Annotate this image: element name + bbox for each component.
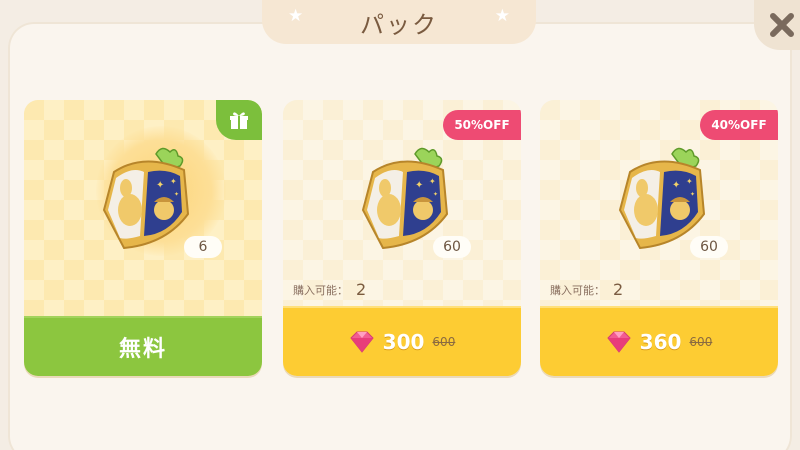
original-price: 600 <box>689 335 713 349</box>
pack-badge-icon <box>96 144 196 254</box>
buy-button[interactable]: 300 600 <box>283 306 521 376</box>
purchase-limit: 購入可能： 2 <box>550 280 623 299</box>
gift-badge <box>216 100 262 140</box>
sale-price: 300 <box>382 330 425 354</box>
sale-price: 360 <box>639 330 682 354</box>
original-price: 600 <box>432 335 456 349</box>
purchase-limit-label: 購入可能： <box>550 283 605 297</box>
quantity-label: 60 <box>690 236 728 258</box>
quantity-label: 60 <box>433 236 471 258</box>
close-icon <box>770 13 794 37</box>
pack-card-50off[interactable]: 50%OFF 60 購入可能： 2 300 600 <box>283 100 521 376</box>
pink-gem-icon <box>607 331 631 353</box>
discount-badge: 40%OFF <box>700 110 778 140</box>
discount-badge: 50%OFF <box>443 110 521 140</box>
star-icon: ★ <box>288 6 306 26</box>
free-claim-button[interactable]: 無料 <box>24 316 262 376</box>
purchase-limit-label: 購入可能： <box>293 283 348 297</box>
purchase-limit-value: 2 <box>356 280 367 299</box>
title-tab: ★ パック ★ <box>262 0 536 44</box>
purchase-limit: 購入可能： 2 <box>293 280 366 299</box>
close-button[interactable] <box>754 0 800 50</box>
quantity-label: 6 <box>184 236 222 258</box>
pink-gem-icon <box>350 331 374 353</box>
buy-button[interactable]: 360 600 <box>540 306 778 376</box>
pack-card-40off[interactable]: 40%OFF 60 購入可能： 2 360 600 <box>540 100 778 376</box>
gift-icon <box>230 112 248 129</box>
star-icon: ★ <box>494 6 512 26</box>
purchase-limit-value: 2 <box>613 280 624 299</box>
page-title: パック <box>360 10 438 39</box>
pack-card-free[interactable]: 6 無料 <box>24 100 262 376</box>
